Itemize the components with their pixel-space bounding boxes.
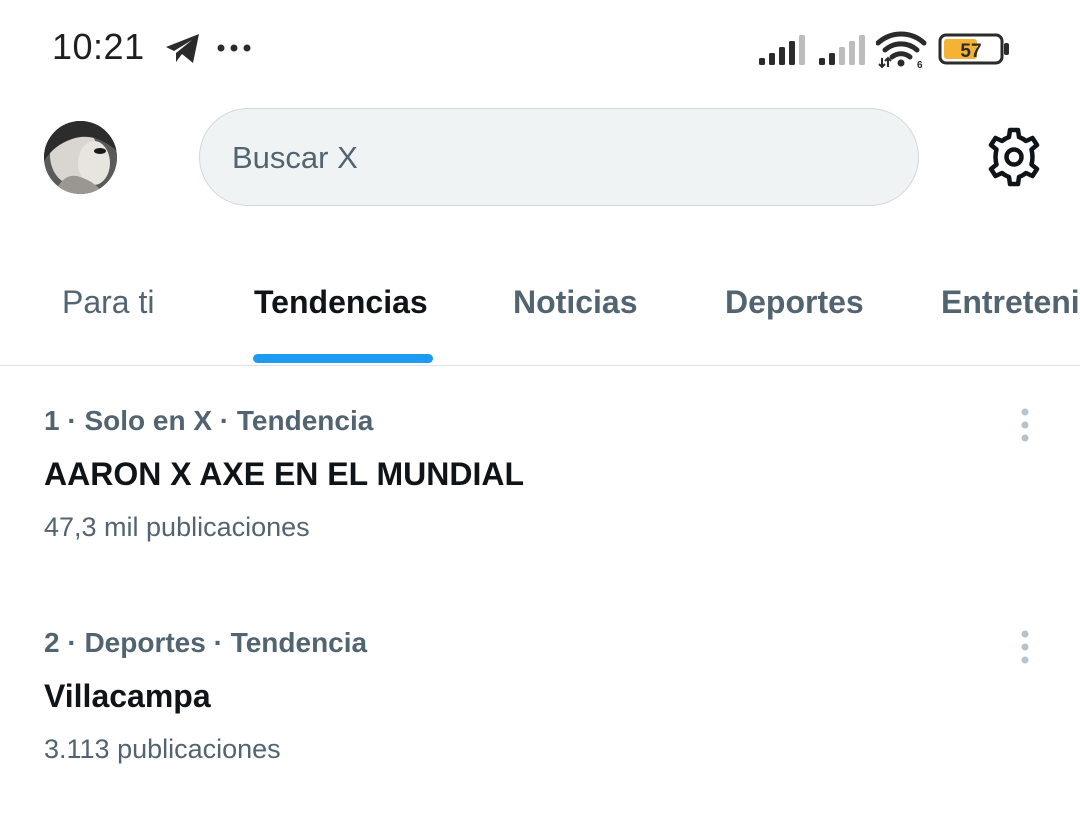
- wifi-badge: 6: [917, 60, 923, 70]
- tab-bar: Para ti Tendencias Noticias Deportes Ent…: [0, 256, 1080, 366]
- more-dots-icon: [217, 44, 251, 52]
- tab-deportes[interactable]: Deportes: [725, 284, 864, 321]
- trend-meta: 1 · Solo en X · Tendencia: [44, 405, 374, 436]
- trend-item[interactable]: 2 · Deportes · Tendencia Villacampa 3.11…: [0, 617, 1080, 797]
- trend-meta: 2 · Deportes · Tendencia: [44, 627, 368, 658]
- trend-post-count: 47,3 mil publicaciones: [44, 512, 310, 542]
- trend-item[interactable]: 1 · Solo en X · Tendencia AARON X AXE EN…: [0, 395, 1080, 575]
- more-options-icon[interactable]: [1010, 628, 1040, 668]
- tab-para-ti[interactable]: Para ti: [62, 284, 154, 321]
- status-time: 10:21: [52, 26, 145, 67]
- trend-post-count: 3.113 publicaciones: [44, 734, 281, 764]
- more-options-icon[interactable]: [1010, 406, 1040, 446]
- avatar[interactable]: [44, 121, 117, 194]
- tab-noticias[interactable]: Noticias: [513, 284, 637, 321]
- tab-entretenimiento[interactable]: Entreteni: [941, 284, 1080, 321]
- search-placeholder: Buscar X: [232, 140, 358, 175]
- trend-title: AARON X AXE EN EL MUNDIAL: [44, 456, 525, 492]
- battery-icon: 57: [938, 33, 1009, 65]
- tab-tendencias[interactable]: Tendencias: [254, 284, 428, 321]
- battery-level: 57: [960, 41, 981, 62]
- trend-title: Villacampa: [44, 678, 211, 714]
- signal-icon: [819, 35, 865, 65]
- search-input[interactable]: Buscar X: [199, 108, 919, 206]
- telegram-icon: [166, 34, 199, 63]
- active-tab-indicator: [253, 354, 433, 363]
- status-bar: 10:21 6 57: [0, 0, 1080, 96]
- gear-icon[interactable]: [984, 127, 1044, 187]
- signal-icon: [759, 35, 805, 65]
- wifi-icon: 6: [876, 31, 927, 70]
- avatar-image: [44, 121, 117, 194]
